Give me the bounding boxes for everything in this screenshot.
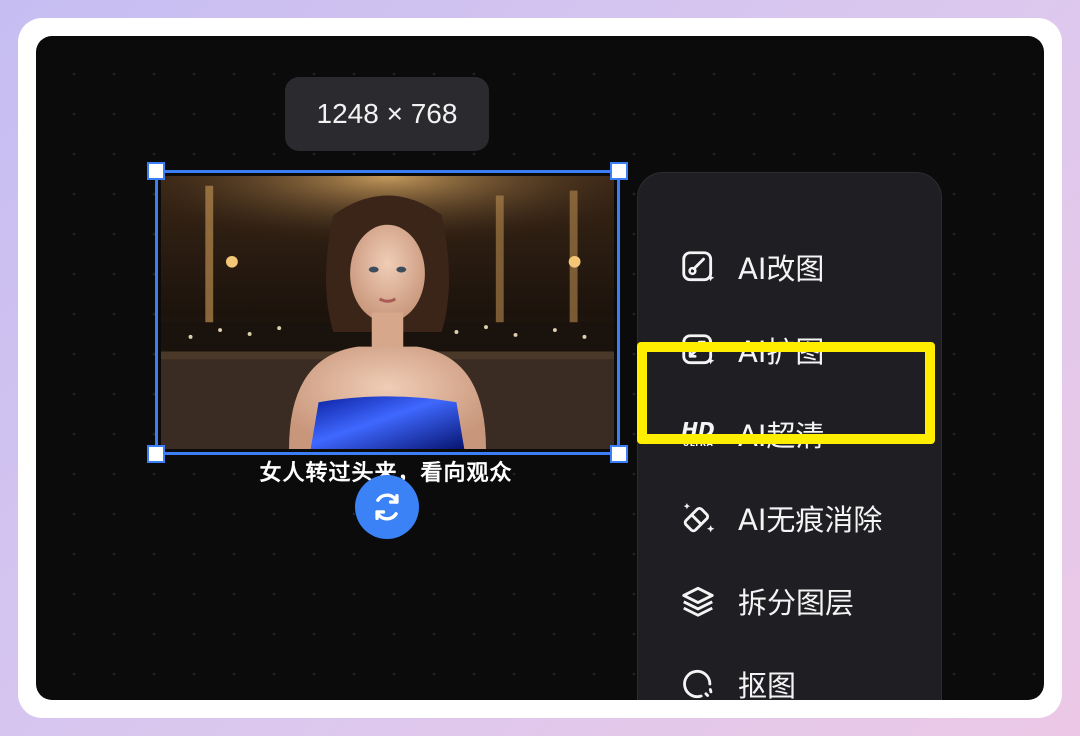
hd-ultra-icon-top: HD xyxy=(681,418,715,442)
refresh-icon xyxy=(375,493,399,521)
menu-item-label: 拆分图层 xyxy=(738,586,855,620)
generated-photo[interactable] xyxy=(161,176,614,449)
eraser-icon xyxy=(678,498,718,538)
menu-item-label: AI扩图 xyxy=(738,335,825,369)
menu-item-label: AI超清 xyxy=(738,419,825,453)
ai-tool-menu: AI改图 AI扩图 HD ULTRA AI超清 AI无痕消除 拆分图层 抠图 xyxy=(637,172,942,700)
menu-item-label: 抠图 xyxy=(738,669,797,700)
editor-canvas[interactable]: 1248 × 768 女人转过头来，看向观众 AI改图 AI扩图 HD ULTR… xyxy=(36,36,1044,700)
menu-item-ai-edit[interactable]: AI改图 xyxy=(638,231,943,303)
menu-item-ai-expand[interactable]: AI扩图 xyxy=(638,314,943,386)
hd-ultra-icon: HD ULTRA xyxy=(678,414,718,454)
regenerate-button[interactable] xyxy=(355,475,419,539)
menu-item-ai-erase[interactable]: AI无痕消除 xyxy=(638,482,943,554)
selected-image[interactable] xyxy=(147,162,628,463)
resize-handle-bottom-left[interactable] xyxy=(147,445,165,463)
image-dimension-badge: 1248 × 768 xyxy=(285,77,489,151)
menu-item-ai-upscale[interactable]: HD ULTRA AI超清 xyxy=(638,398,943,470)
layers-icon xyxy=(678,581,718,621)
ai-edit-icon xyxy=(678,247,718,287)
ai-expand-icon xyxy=(678,330,718,370)
resize-handle-top-left[interactable] xyxy=(147,162,165,180)
resize-handle-top-right[interactable] xyxy=(610,162,628,180)
hd-ultra-icon-bottom: ULTRA xyxy=(682,439,714,448)
menu-item-cutout[interactable]: 抠图 xyxy=(638,648,943,700)
resize-handle-bottom-right[interactable] xyxy=(610,445,628,463)
menu-item-label: AI无痕消除 xyxy=(738,503,883,537)
menu-item-label: AI改图 xyxy=(738,252,825,286)
photo-illustration xyxy=(161,176,614,449)
cutout-icon xyxy=(678,664,718,700)
menu-item-split-layers[interactable]: 拆分图层 xyxy=(638,565,943,637)
